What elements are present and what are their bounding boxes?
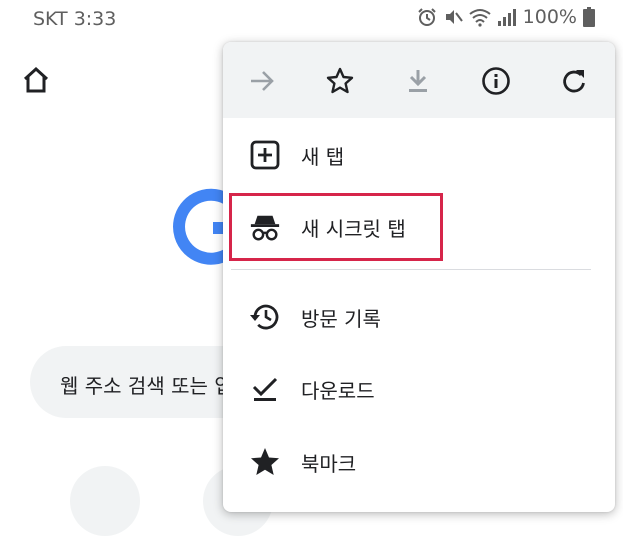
incognito-icon xyxy=(249,211,281,243)
menu-item-label: 새 탭 xyxy=(301,144,345,169)
menu-item-downloads[interactable]: 다운로드 xyxy=(223,358,615,420)
wifi-icon xyxy=(469,9,491,27)
forward-icon xyxy=(251,71,274,91)
download-check-icon xyxy=(249,373,281,405)
overflow-menu: 새 탭 새 시크릿 탭 방문 기록 다운로드 북마크 xyxy=(223,42,615,512)
battery-icon xyxy=(583,7,595,27)
refresh-icon xyxy=(563,70,585,93)
menu-item-label: 새 시크릿 탭 xyxy=(301,216,406,241)
menu-item-new-tab[interactable]: 새 탭 xyxy=(223,124,615,186)
shortcut-tile[interactable] xyxy=(70,466,140,536)
new-tab-icon xyxy=(249,139,281,171)
history-icon xyxy=(249,301,281,333)
menu-item-label: 다운로드 xyxy=(301,378,375,403)
menu-item-label: 북마크 xyxy=(301,451,357,476)
download-icon xyxy=(409,70,427,92)
bookmark-star-icon xyxy=(326,67,354,94)
status-icons: 100% xyxy=(417,6,595,28)
menu-item-bookmarks[interactable]: 북마크 xyxy=(223,431,615,493)
page-info-button[interactable] xyxy=(479,64,513,98)
alarm-icon xyxy=(417,8,436,26)
star-icon xyxy=(249,446,281,478)
carrier-time: SKT 3:33 xyxy=(33,8,117,30)
mute-icon xyxy=(445,10,463,24)
search-placeholder: 웹 주소 검색 또는 입 xyxy=(60,374,233,398)
menu-toolbar xyxy=(223,42,615,118)
status-bar: SKT 3:33 100% xyxy=(0,0,623,40)
menu-divider xyxy=(231,269,591,270)
home-button[interactable] xyxy=(20,64,52,96)
forward-button[interactable] xyxy=(245,64,279,98)
bookmark-button[interactable] xyxy=(323,64,357,98)
signal-icon xyxy=(497,9,516,26)
battery-percent: 100% xyxy=(522,6,577,28)
download-page-button[interactable] xyxy=(401,64,435,98)
menu-item-label: 방문 기록 xyxy=(301,306,381,331)
menu-item-new-incognito-tab[interactable]: 새 시크릿 탭 xyxy=(223,196,615,258)
menu-item-history[interactable]: 방문 기록 xyxy=(223,286,615,348)
info-icon xyxy=(482,67,510,95)
home-icon xyxy=(23,66,49,93)
refresh-button[interactable] xyxy=(557,64,591,98)
